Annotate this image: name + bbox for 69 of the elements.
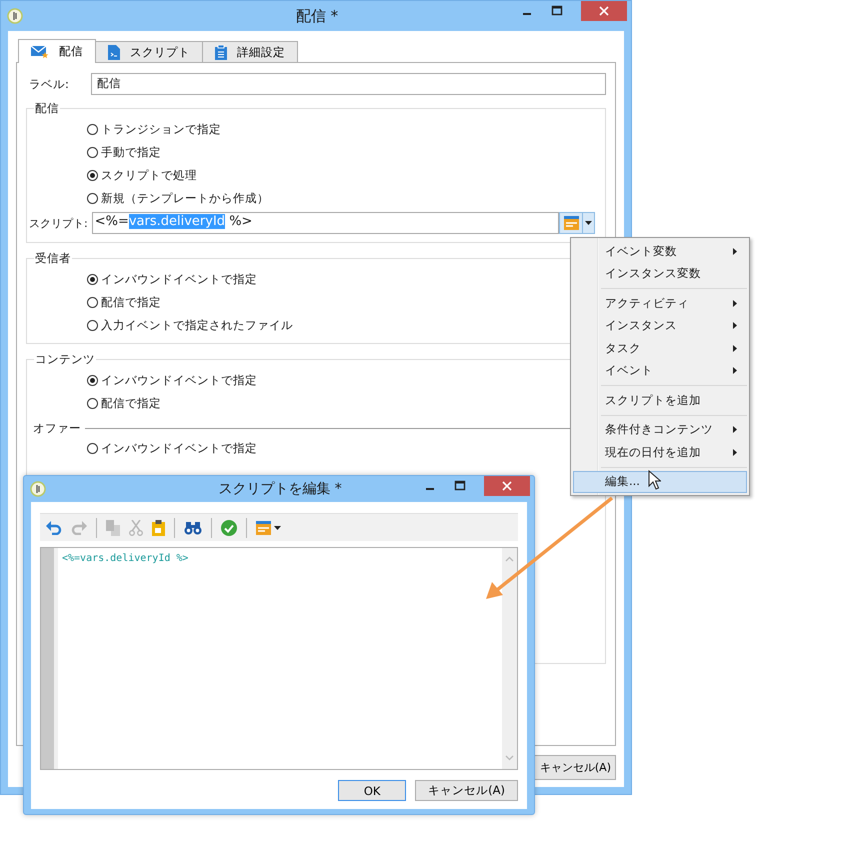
label-field[interactable]: 配信 <box>91 73 606 95</box>
script-field[interactable]: <%=vars.deliveryId %> <box>92 212 559 234</box>
group-title: 受信者 <box>34 251 72 266</box>
close-icon <box>502 481 512 491</box>
close-button[interactable] <box>484 476 530 496</box>
app-icon <box>7 8 23 24</box>
menu-item[interactable]: アクティビティ <box>573 292 747 314</box>
radio-button[interactable] <box>87 375 98 386</box>
option-label: インバウンドイベントで指定 <box>101 441 257 456</box>
close-icon <box>599 6 609 16</box>
dropdown-button[interactable] <box>583 212 595 234</box>
insert-menu-button[interactable] <box>256 520 281 534</box>
paste-icon[interactable] <box>152 520 165 536</box>
radio-button[interactable] <box>87 193 98 204</box>
group-title: コンテンツ <box>34 352 96 367</box>
close-button[interactable] <box>581 1 627 21</box>
tab[interactable]: 詳細設定 <box>202 41 298 62</box>
app-icon <box>30 481 46 497</box>
menu-item[interactable]: スクリプトを追加 <box>573 389 747 412</box>
option-label: スクリプトで処理 <box>101 168 197 183</box>
script-file-icon <box>108 44 120 60</box>
option-label: インバウンドイベントで指定 <box>101 373 257 388</box>
menu-item[interactable]: イベント <box>573 360 747 382</box>
field-label: ラベル: <box>28 76 70 92</box>
menu-item[interactable]: 条件付きコンテンツ <box>573 418 747 441</box>
caret-icon <box>274 526 281 530</box>
maximize-icon[interactable] <box>454 480 466 492</box>
insert-button[interactable] <box>559 212 583 234</box>
menu-item[interactable]: タスク <box>573 337 747 360</box>
mouse-cursor-icon <box>648 470 661 490</box>
tab[interactable]: スクリプト <box>95 41 203 62</box>
option-label: トランジションで指定 <box>101 122 221 137</box>
option-label: 配信で指定 <box>101 396 161 411</box>
radio-button[interactable] <box>87 443 98 454</box>
code-line: <%=vars.deliveryId %> <box>62 553 188 564</box>
radio-button[interactable] <box>87 297 98 308</box>
undo-icon[interactable] <box>46 520 62 534</box>
subgroup-title: オファー <box>33 420 81 436</box>
menu-item[interactable]: イベント変数 <box>573 240 747 262</box>
field-label: スクリプト: <box>29 216 89 230</box>
menu-item[interactable]: インスタンス <box>573 314 747 337</box>
option-label: 入力イベントで指定されたファイル <box>101 318 293 333</box>
window-title: 配信 * <box>294 6 340 26</box>
menu-item[interactable]: インスタンス変数 <box>573 262 747 285</box>
radio-button[interactable] <box>87 274 98 285</box>
menu-item[interactable]: 編集... <box>573 470 747 493</box>
radio-button[interactable] <box>87 147 98 158</box>
radio-button[interactable] <box>87 124 98 135</box>
group-title: 配信 <box>34 101 60 116</box>
option-label: インバウンドイベントで指定 <box>101 272 257 287</box>
clipboard-icon <box>215 44 227 60</box>
check-icon[interactable] <box>221 520 237 536</box>
dialog-title: スクリプトを編集 * <box>217 480 343 498</box>
option-label: 新規（テンプレートから作成） <box>101 191 269 206</box>
caret-icon <box>585 221 592 225</box>
binoculars-icon[interactable] <box>184 520 202 534</box>
window-icon <box>564 216 578 230</box>
cancel-button[interactable]: キャンセル(A) <box>415 780 518 801</box>
window-icon <box>256 520 271 534</box>
menu-item[interactable]: 現在の日付を追加 <box>573 441 747 464</box>
maximize-icon[interactable] <box>551 5 563 17</box>
option-label: 手動で指定 <box>101 145 161 160</box>
radio-button[interactable] <box>87 398 98 409</box>
code-editor[interactable]: <%=vars.deliveryId %> <box>40 547 518 770</box>
tab[interactable]: 配信 <box>18 39 96 63</box>
radio-button[interactable] <box>87 320 98 331</box>
option-label: 配信で指定 <box>101 295 161 310</box>
radio-button[interactable] <box>87 170 98 181</box>
ok-button[interactable]: OK <box>338 780 406 801</box>
